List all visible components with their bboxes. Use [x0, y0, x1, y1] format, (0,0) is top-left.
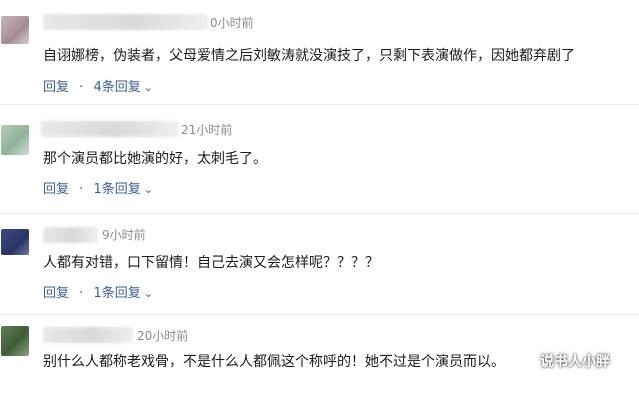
- avatar[interactable]: [1, 229, 29, 255]
- view-replies-label: 4条回复: [93, 80, 141, 95]
- username-blurred[interactable]: [41, 121, 179, 137]
- divider: [0, 213, 639, 214]
- comment-time: 0小时前: [210, 16, 254, 30]
- separator: ·: [79, 286, 84, 301]
- comment-item: 9小时前 人都有对错，口下留情！自己去演又会怎样呢？？？？ 回复 · 1条回复 ⌄: [0, 222, 639, 318]
- view-replies-button[interactable]: 1条回复 ⌄: [93, 178, 153, 197]
- comment-time: 20小时前: [137, 329, 189, 343]
- chevron-down-icon: ⌄: [143, 183, 153, 196]
- divider: [0, 104, 639, 105]
- view-replies-button[interactable]: 1条回复 ⌄: [93, 282, 153, 301]
- separator: ·: [79, 182, 84, 197]
- view-replies-button[interactable]: 4条回复 ⌄: [93, 76, 153, 95]
- view-replies-label: 1条回复: [93, 286, 141, 301]
- comment-text: 那个演员都比她演的好，太刺毛了。: [43, 151, 267, 167]
- chevron-down-icon: ⌄: [143, 287, 153, 300]
- comment-item: 0小时前 自诩娜榜，伪装者，父母爱情之后刘敏涛就没演技了，只剩下表演做作，因她都…: [0, 0, 639, 96]
- avatar[interactable]: [1, 326, 29, 356]
- comment-item: 21小时前 那个演员都比她演的好，太刺毛了。 回复 · 1条回复 ⌄: [0, 112, 639, 208]
- comment-time: 21小时前: [181, 123, 233, 137]
- view-replies-label: 1条回复: [93, 182, 141, 197]
- avatar[interactable]: [1, 16, 29, 44]
- separator: ·: [79, 80, 84, 95]
- comment-text: 自诩娜榜，伪装者，父母爱情之后刘敏涛就没演技了，只剩下表演做作，因她都弃剧了: [43, 48, 575, 64]
- username-blurred[interactable]: [43, 227, 98, 243]
- comment-actions: 回复 · 1条回复 ⌄: [43, 282, 153, 301]
- comment-text: 人都有对错，口下留情！自己去演又会怎样呢？？？？: [43, 255, 379, 271]
- username-blurred[interactable]: [43, 14, 208, 30]
- comment-time: 9小时前: [102, 228, 146, 242]
- chevron-down-icon: ⌄: [143, 81, 153, 94]
- reply-button[interactable]: 回复: [43, 76, 69, 95]
- comment-actions: 回复 · 4条回复 ⌄: [43, 76, 153, 95]
- comment-text: 别什么人都称老戏骨，不是什么人都佩这个称呼的！她不过是个演员而以。: [43, 354, 505, 370]
- reply-button[interactable]: 回复: [43, 282, 69, 301]
- reply-button[interactable]: 回复: [43, 178, 69, 197]
- username-blurred[interactable]: [43, 327, 133, 343]
- watermark: 说书人小胖: [540, 354, 610, 370]
- avatar[interactable]: [1, 125, 29, 155]
- divider: [0, 314, 639, 315]
- comment-actions: 回复 · 1条回复 ⌄: [43, 178, 153, 197]
